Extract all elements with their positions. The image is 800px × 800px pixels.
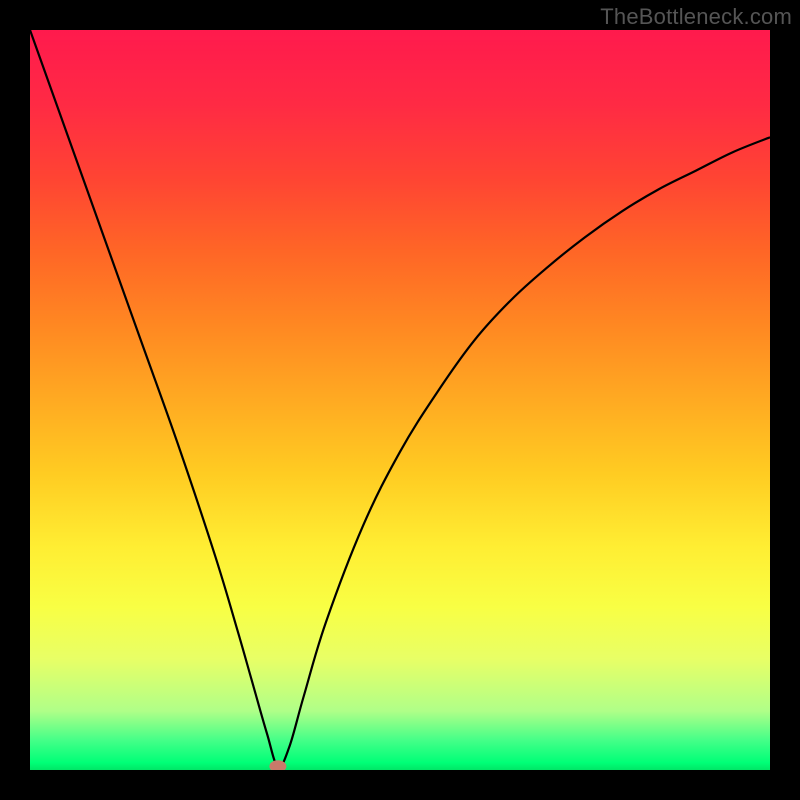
bottleneck-curve [30, 30, 770, 767]
chart-plot-area [30, 30, 770, 770]
watermark-text: TheBottleneck.com [600, 4, 792, 30]
chart-svg [30, 30, 770, 770]
minimum-marker [270, 761, 286, 770]
